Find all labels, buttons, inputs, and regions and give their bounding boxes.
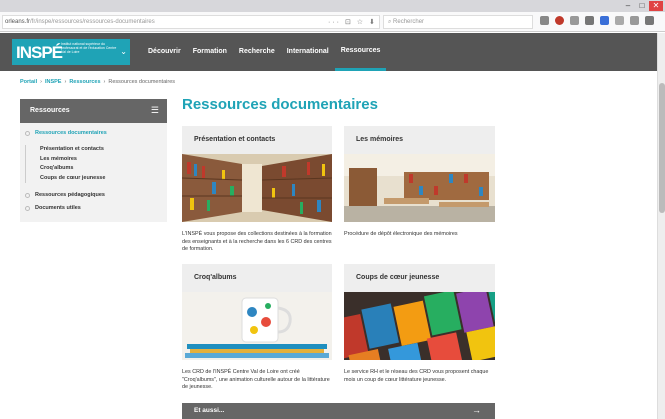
sidebar-subitems: Présentation et contacts Les mémoires Cr… xyxy=(25,145,167,183)
arrow-right-icon[interactable]: → xyxy=(472,405,481,415)
logo-text: INSPÉ xyxy=(16,43,63,62)
search-placeholder: Rechercher xyxy=(393,19,425,25)
card-description: Le service RH et le réseau des CRD vous … xyxy=(344,369,489,383)
breadcrumb-current: Ressources documentaires xyxy=(108,79,176,85)
nav-formation[interactable]: Formation xyxy=(187,33,233,71)
menu-icon[interactable]: ☰ xyxy=(151,105,159,116)
card-memoires[interactable]: Les mémoires Procédure de dépôt électron… xyxy=(344,126,495,239)
card-description: Les CRD de l'INSPÉ Centre Val de Loire o… xyxy=(182,369,330,390)
nav-recherche[interactable]: Recherche xyxy=(233,33,281,71)
maximize-button[interactable]: □ xyxy=(635,1,649,11)
sidebar-icon[interactable] xyxy=(570,16,579,25)
nav-international[interactable]: International xyxy=(281,33,335,71)
sidebar-subitem-coups-de-coeur[interactable]: Coups de cœur jeunesse xyxy=(40,174,167,184)
window-controls: – □ ✕ xyxy=(621,1,663,11)
url-host: orleans.fr xyxy=(5,19,31,25)
window-titlebar: – □ ✕ xyxy=(0,0,665,12)
breadcrumb: Portail › INSPE › Ressources › Ressources docu… xyxy=(20,79,176,85)
card-title[interactable]: Croq'albums xyxy=(182,264,332,292)
sidebar-header: Ressources ☰ xyxy=(20,99,167,123)
url-path: /fr/inspe/ressources/ressources-document… xyxy=(30,19,155,25)
mug-on-books-image[interactable] xyxy=(182,292,332,360)
address-bar[interactable]: orleans.fr/fr/inspe/ressources/ressource… xyxy=(2,15,380,29)
close-button[interactable]: ✕ xyxy=(649,1,663,11)
sidebar-item-label: Ressources documentaires xyxy=(35,130,107,136)
address-bar-icons[interactable]: ··· ⊡ ☆ ⬇ xyxy=(328,17,377,28)
extension-icon[interactable] xyxy=(585,16,594,25)
bullet-icon xyxy=(25,206,30,211)
logo-subtext: Institut national supérieur du professor… xyxy=(61,42,117,54)
sidebar-item-ressources-documentaires[interactable]: Ressources documentaires xyxy=(20,130,167,136)
bullet-icon xyxy=(25,193,30,198)
sidebar: Ressources ☰ Ressources documentaires Pr… xyxy=(20,99,167,222)
ublock-icon[interactable] xyxy=(555,16,564,25)
bullet-icon xyxy=(25,131,30,136)
card-title[interactable]: Les mémoires xyxy=(344,126,495,154)
card-title[interactable]: Coups de cœur jeunesse xyxy=(344,264,495,292)
menu-icon[interactable] xyxy=(645,16,654,25)
minimize-button[interactable]: – xyxy=(621,1,635,11)
sidebar-title: Ressources xyxy=(30,107,70,114)
nav-ressources[interactable]: Ressources xyxy=(334,33,387,71)
sidebar-subitem-memoires[interactable]: Les mémoires xyxy=(40,155,167,165)
see-also-label: Et aussi... xyxy=(194,407,225,414)
card-presentation[interactable]: Présentation et contacts L'INSPÉ vous pr… xyxy=(182,126,332,254)
sidebar-subitem-croqalbums[interactable]: Croq'albums xyxy=(40,164,167,174)
see-also-bar[interactable]: Et aussi... → xyxy=(182,403,495,419)
card-description: L'INSPÉ vous propose des collections des… xyxy=(182,231,332,252)
sidebar-subitem-presentation[interactable]: Présentation et contacts xyxy=(40,145,167,155)
sidebar-item-label: Ressources pédagogiques xyxy=(35,192,105,198)
browser-toolbar: orleans.fr/fr/inspe/ressources/ressource… xyxy=(0,12,665,32)
card-croqalbums[interactable]: Croq'albums Les CRD de l'INSPÉ Centre Va… xyxy=(182,264,332,392)
book-covers-image[interactable] xyxy=(344,292,495,360)
library-shelves-image[interactable] xyxy=(182,154,332,222)
toolbar-icons xyxy=(540,16,654,25)
library-room-image[interactable] xyxy=(344,154,495,222)
card-description: Procédure de dépôt électronique des mémo… xyxy=(344,231,458,237)
page-scrollbar[interactable] xyxy=(657,33,665,419)
sidebar-item-documents-utiles[interactable]: Documents utiles xyxy=(20,205,167,211)
screenshot-icon[interactable] xyxy=(615,16,624,25)
breadcrumb-portail[interactable]: Portail xyxy=(20,79,37,85)
card-title[interactable]: Présentation et contacts xyxy=(182,126,332,154)
page-title: Ressources documentaires xyxy=(182,96,378,113)
chevron-down-icon[interactable]: ⌄ xyxy=(120,47,127,56)
site-header: INSPÉ Institut national supérieur du pro… xyxy=(0,33,657,71)
breadcrumb-ressources[interactable]: Ressources xyxy=(69,79,100,85)
inspe-logo[interactable]: INSPÉ Institut national supérieur du pro… xyxy=(12,39,130,65)
breadcrumb-inspe[interactable]: INSPE xyxy=(45,79,62,85)
account-icon[interactable] xyxy=(600,16,609,25)
browser-search-input[interactable]: ⌕ Rechercher xyxy=(383,15,533,29)
sidebar-item-label: Documents utiles xyxy=(35,205,81,211)
main-navigation: Découvrir Formation Recherche Internatio… xyxy=(142,33,387,71)
card-coups-de-coeur[interactable]: Coups de cœur jeunesse Le service RH et … xyxy=(344,264,495,384)
scrollbar-thumb[interactable] xyxy=(659,83,665,213)
nav-decouvrir[interactable]: Découvrir xyxy=(142,33,187,71)
library-icon[interactable] xyxy=(540,16,549,25)
sidebar-item-ressources-pedagogiques[interactable]: Ressources pédagogiques xyxy=(20,192,167,198)
settings-icon[interactable] xyxy=(630,16,639,25)
